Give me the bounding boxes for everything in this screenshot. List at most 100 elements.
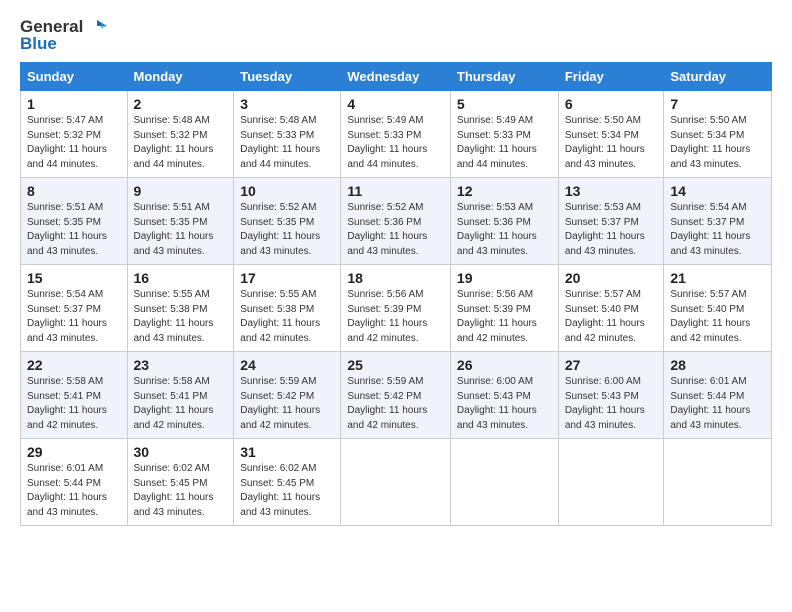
day-number: 19 xyxy=(457,270,552,286)
calendar-cell: 7 Sunrise: 5:50 AMSunset: 5:34 PMDayligh… xyxy=(664,91,772,178)
day-info: Sunrise: 5:51 AMSunset: 5:35 PMDaylight:… xyxy=(27,202,107,257)
day-number: 15 xyxy=(27,270,121,286)
day-info: Sunrise: 6:02 AMSunset: 5:45 PMDaylight:… xyxy=(134,463,214,518)
day-info: Sunrise: 5:50 AMSunset: 5:34 PMDaylight:… xyxy=(565,115,645,170)
header: General Blue xyxy=(20,16,772,54)
calendar-cell: 20 Sunrise: 5:57 AMSunset: 5:40 PMDaylig… xyxy=(558,265,664,352)
day-number: 16 xyxy=(134,270,228,286)
calendar-cell: 29 Sunrise: 6:01 AMSunset: 5:44 PMDaylig… xyxy=(21,439,128,526)
day-number: 23 xyxy=(134,357,228,373)
day-info: Sunrise: 5:48 AMSunset: 5:33 PMDaylight:… xyxy=(240,115,320,170)
day-info: Sunrise: 5:56 AMSunset: 5:39 PMDaylight:… xyxy=(457,289,537,344)
calendar-cell: 5 Sunrise: 5:49 AMSunset: 5:33 PMDayligh… xyxy=(450,91,558,178)
day-number: 4 xyxy=(347,96,444,112)
day-number: 2 xyxy=(134,96,228,112)
calendar-cell: 13 Sunrise: 5:53 AMSunset: 5:37 PMDaylig… xyxy=(558,178,664,265)
day-number: 22 xyxy=(27,357,121,373)
calendar-cell: 4 Sunrise: 5:49 AMSunset: 5:33 PMDayligh… xyxy=(341,91,451,178)
calendar-cell: 14 Sunrise: 5:54 AMSunset: 5:37 PMDaylig… xyxy=(664,178,772,265)
calendar-cell: 12 Sunrise: 5:53 AMSunset: 5:36 PMDaylig… xyxy=(450,178,558,265)
calendar-cell: 30 Sunrise: 6:02 AMSunset: 5:45 PMDaylig… xyxy=(127,439,234,526)
calendar-cell xyxy=(664,439,772,526)
header-day-saturday: Saturday xyxy=(664,63,772,91)
day-number: 14 xyxy=(670,183,765,199)
day-info: Sunrise: 5:53 AMSunset: 5:36 PMDaylight:… xyxy=(457,202,537,257)
calendar-cell: 16 Sunrise: 5:55 AMSunset: 5:38 PMDaylig… xyxy=(127,265,234,352)
calendar-cell: 10 Sunrise: 5:52 AMSunset: 5:35 PMDaylig… xyxy=(234,178,341,265)
calendar-cell: 21 Sunrise: 5:57 AMSunset: 5:40 PMDaylig… xyxy=(664,265,772,352)
day-info: Sunrise: 5:59 AMSunset: 5:42 PMDaylight:… xyxy=(240,376,320,431)
calendar-cell: 31 Sunrise: 6:02 AMSunset: 5:45 PMDaylig… xyxy=(234,439,341,526)
day-info: Sunrise: 5:53 AMSunset: 5:37 PMDaylight:… xyxy=(565,202,645,257)
day-info: Sunrise: 5:56 AMSunset: 5:39 PMDaylight:… xyxy=(347,289,427,344)
calendar-week-1: 1 Sunrise: 5:47 AMSunset: 5:32 PMDayligh… xyxy=(21,91,772,178)
day-number: 26 xyxy=(457,357,552,373)
day-number: 21 xyxy=(670,270,765,286)
day-info: Sunrise: 5:55 AMSunset: 5:38 PMDaylight:… xyxy=(134,289,214,344)
day-info: Sunrise: 5:52 AMSunset: 5:35 PMDaylight:… xyxy=(240,202,320,257)
header-row: SundayMondayTuesdayWednesdayThursdayFrid… xyxy=(21,63,772,91)
day-info: Sunrise: 5:48 AMSunset: 5:32 PMDaylight:… xyxy=(134,115,214,170)
day-number: 7 xyxy=(670,96,765,112)
calendar-week-2: 8 Sunrise: 5:51 AMSunset: 5:35 PMDayligh… xyxy=(21,178,772,265)
calendar-cell: 18 Sunrise: 5:56 AMSunset: 5:39 PMDaylig… xyxy=(341,265,451,352)
day-number: 17 xyxy=(240,270,334,286)
calendar-cell: 24 Sunrise: 5:59 AMSunset: 5:42 PMDaylig… xyxy=(234,352,341,439)
logo-text-blue: Blue xyxy=(20,34,57,54)
header-day-tuesday: Tuesday xyxy=(234,63,341,91)
day-info: Sunrise: 6:02 AMSunset: 5:45 PMDaylight:… xyxy=(240,463,320,518)
day-number: 28 xyxy=(670,357,765,373)
calendar-cell: 17 Sunrise: 5:55 AMSunset: 5:38 PMDaylig… xyxy=(234,265,341,352)
calendar-cell: 9 Sunrise: 5:51 AMSunset: 5:35 PMDayligh… xyxy=(127,178,234,265)
day-number: 10 xyxy=(240,183,334,199)
page-container: General Blue SundayMondayTuesdayWednesda… xyxy=(20,16,772,526)
calendar-cell: 2 Sunrise: 5:48 AMSunset: 5:32 PMDayligh… xyxy=(127,91,234,178)
calendar-week-5: 29 Sunrise: 6:01 AMSunset: 5:44 PMDaylig… xyxy=(21,439,772,526)
day-number: 25 xyxy=(347,357,444,373)
calendar-cell: 26 Sunrise: 6:00 AMSunset: 5:43 PMDaylig… xyxy=(450,352,558,439)
header-day-monday: Monday xyxy=(127,63,234,91)
calendar-cell xyxy=(558,439,664,526)
day-info: Sunrise: 5:50 AMSunset: 5:34 PMDaylight:… xyxy=(670,115,750,170)
header-day-thursday: Thursday xyxy=(450,63,558,91)
day-info: Sunrise: 5:49 AMSunset: 5:33 PMDaylight:… xyxy=(457,115,537,170)
day-number: 27 xyxy=(565,357,658,373)
day-info: Sunrise: 5:54 AMSunset: 5:37 PMDaylight:… xyxy=(27,289,107,344)
calendar-table: SundayMondayTuesdayWednesdayThursdayFrid… xyxy=(20,62,772,526)
day-number: 6 xyxy=(565,96,658,112)
day-info: Sunrise: 5:58 AMSunset: 5:41 PMDaylight:… xyxy=(27,376,107,431)
day-number: 12 xyxy=(457,183,552,199)
day-number: 13 xyxy=(565,183,658,199)
day-info: Sunrise: 5:55 AMSunset: 5:38 PMDaylight:… xyxy=(240,289,320,344)
day-number: 1 xyxy=(27,96,121,112)
logo-bird-icon xyxy=(85,16,107,38)
day-info: Sunrise: 5:54 AMSunset: 5:37 PMDaylight:… xyxy=(670,202,750,257)
day-number: 3 xyxy=(240,96,334,112)
day-number: 24 xyxy=(240,357,334,373)
day-info: Sunrise: 5:57 AMSunset: 5:40 PMDaylight:… xyxy=(670,289,750,344)
day-info: Sunrise: 6:01 AMSunset: 5:44 PMDaylight:… xyxy=(670,376,750,431)
header-day-sunday: Sunday xyxy=(21,63,128,91)
calendar-cell: 6 Sunrise: 5:50 AMSunset: 5:34 PMDayligh… xyxy=(558,91,664,178)
logo-graphic: General Blue xyxy=(20,16,107,54)
day-number: 8 xyxy=(27,183,121,199)
day-info: Sunrise: 5:57 AMSunset: 5:40 PMDaylight:… xyxy=(565,289,645,344)
day-info: Sunrise: 5:59 AMSunset: 5:42 PMDaylight:… xyxy=(347,376,427,431)
day-info: Sunrise: 5:58 AMSunset: 5:41 PMDaylight:… xyxy=(134,376,214,431)
calendar-week-3: 15 Sunrise: 5:54 AMSunset: 5:37 PMDaylig… xyxy=(21,265,772,352)
day-info: Sunrise: 6:00 AMSunset: 5:43 PMDaylight:… xyxy=(457,376,537,431)
calendar-cell: 28 Sunrise: 6:01 AMSunset: 5:44 PMDaylig… xyxy=(664,352,772,439)
day-number: 29 xyxy=(27,444,121,460)
calendar-cell: 27 Sunrise: 6:00 AMSunset: 5:43 PMDaylig… xyxy=(558,352,664,439)
header-day-friday: Friday xyxy=(558,63,664,91)
day-info: Sunrise: 5:49 AMSunset: 5:33 PMDaylight:… xyxy=(347,115,427,170)
day-info: Sunrise: 6:01 AMSunset: 5:44 PMDaylight:… xyxy=(27,463,107,518)
calendar-cell: 1 Sunrise: 5:47 AMSunset: 5:32 PMDayligh… xyxy=(21,91,128,178)
calendar-week-4: 22 Sunrise: 5:58 AMSunset: 5:41 PMDaylig… xyxy=(21,352,772,439)
logo: General Blue xyxy=(20,16,107,54)
calendar-cell xyxy=(450,439,558,526)
day-number: 11 xyxy=(347,183,444,199)
header-day-wednesday: Wednesday xyxy=(341,63,451,91)
day-number: 20 xyxy=(565,270,658,286)
day-info: Sunrise: 5:51 AMSunset: 5:35 PMDaylight:… xyxy=(134,202,214,257)
